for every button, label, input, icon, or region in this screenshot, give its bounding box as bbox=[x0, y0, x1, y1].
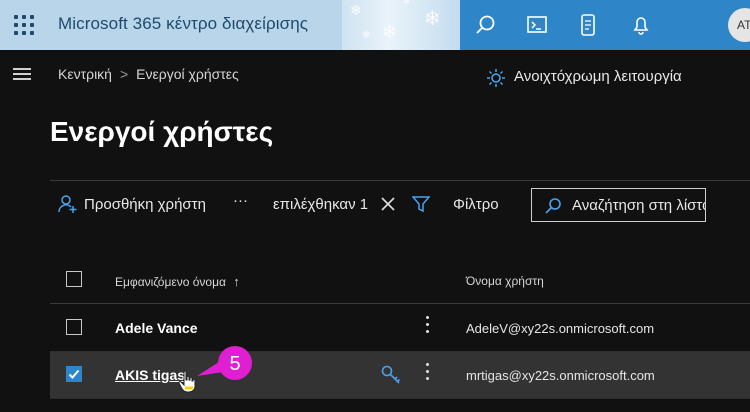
filter-icon[interactable] bbox=[412, 195, 430, 213]
search-placeholder: Αναζήτηση στη λίστα bbox=[572, 197, 706, 214]
light-mode-label: Ανοιχτόχρωμη λειτουργία bbox=[514, 68, 682, 85]
column-display-name[interactable]: Εμφανιζόμενο όνομα ↑ bbox=[115, 274, 240, 289]
user-display-name-link[interactable]: AKIS tigas bbox=[115, 367, 185, 383]
more-actions-button[interactable]: ··· bbox=[233, 192, 248, 209]
top-bar: Microsoft 365 κέντρο διαχείρισης ❄ ❄ ❄ ❄… bbox=[0, 0, 750, 50]
search-input[interactable]: Αναζήτηση στη λίστα bbox=[531, 188, 706, 222]
selected-count: επιλέχθηκαν 1 bbox=[273, 196, 369, 213]
column-display-name-label: Εμφανιζόμενο όνομα bbox=[115, 275, 226, 289]
light-mode-toggle[interactable]: Ανοιχτόχρωμη λειτουργία bbox=[486, 68, 682, 87]
header-snowflake-pattern: ❄ ❄ ❄ ❄ ❄ bbox=[342, 0, 460, 50]
row-checkbox[interactable] bbox=[66, 319, 82, 335]
page-title: Ενεργοί χρήστες bbox=[50, 116, 274, 147]
user-email: mrtigas@xy22s.onmicrosoft.com bbox=[466, 368, 655, 383]
filter-button[interactable]: Φίλτρο bbox=[453, 196, 499, 213]
user-display-name[interactable]: Adele Vance bbox=[115, 320, 198, 336]
search-icon[interactable] bbox=[473, 12, 499, 38]
header-actions bbox=[460, 0, 750, 50]
more-options-icon[interactable] bbox=[426, 316, 430, 336]
table-row[interactable]: AKIS tigas mrtigas@xy22s.onmicrosoft.com bbox=[50, 352, 750, 399]
column-username[interactable]: Όνομα χρήστη bbox=[466, 274, 544, 288]
row-checkbox-checked[interactable] bbox=[66, 366, 82, 382]
breadcrumb-home[interactable]: Κεντρική bbox=[58, 66, 112, 82]
hamburger-menu-icon[interactable] bbox=[13, 68, 31, 80]
breadcrumb: Κεντρική > Ενεργοί χρήστες bbox=[58, 66, 239, 82]
add-user-icon[interactable] bbox=[58, 194, 78, 214]
table-row[interactable]: Adele Vance AdeleV@xy22s.onmicrosoft.com bbox=[50, 305, 750, 352]
more-options-icon[interactable] bbox=[426, 363, 430, 383]
step-callout: 5 bbox=[197, 346, 252, 380]
chevron-right-icon: > bbox=[119, 66, 129, 82]
table-header: Εμφανιζόμενο όνομα ↑ Όνομα χρήστη bbox=[50, 258, 750, 304]
add-user-button[interactable]: Προσθήκη χρήστη bbox=[84, 196, 206, 213]
select-all-checkbox[interactable] bbox=[66, 271, 82, 287]
bell-icon[interactable] bbox=[628, 12, 654, 38]
user-email: AdeleV@xy22s.onmicrosoft.com bbox=[466, 321, 655, 336]
search-icon bbox=[545, 198, 561, 214]
reset-password-key-icon[interactable] bbox=[380, 364, 402, 386]
waffle-icon[interactable] bbox=[12, 13, 34, 35]
clear-selection-icon[interactable] bbox=[380, 196, 396, 212]
mobile-document-icon[interactable] bbox=[575, 12, 601, 38]
breadcrumb-current: Ενεργοί χρήστες bbox=[136, 66, 239, 82]
sun-icon bbox=[487, 69, 505, 87]
command-bar: Προσθήκη χρήστη ··· επιλέχθηκαν 1 Φίλτρο… bbox=[50, 180, 750, 230]
terminal-icon[interactable] bbox=[524, 12, 550, 38]
step-number: 5 bbox=[229, 353, 240, 375]
app-title[interactable]: Microsoft 365 κέντρο διαχείρισης bbox=[58, 14, 308, 34]
sort-ascending-icon: ↑ bbox=[233, 274, 240, 289]
hand-cursor-icon bbox=[178, 370, 196, 393]
checkmark-icon bbox=[68, 369, 80, 379]
